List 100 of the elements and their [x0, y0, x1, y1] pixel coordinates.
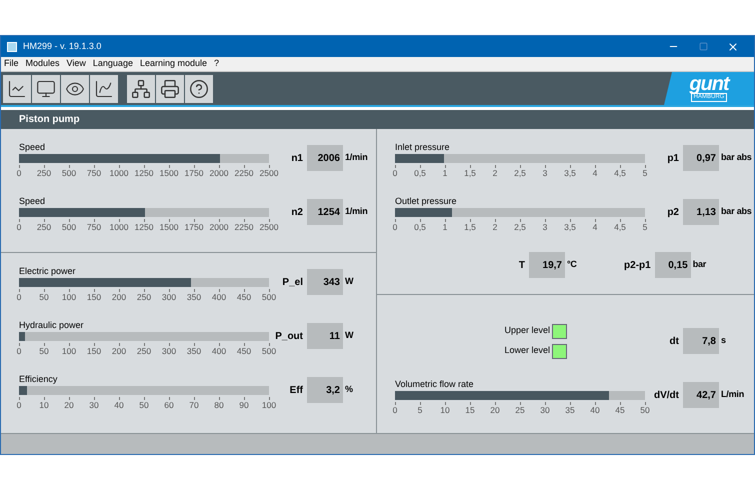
- scale-label: 40: [114, 400, 124, 411]
- scale-label: 250: [36, 222, 52, 233]
- toolbar-button[interactable]: [127, 74, 155, 102]
- scale-label: 45: [615, 405, 625, 416]
- scale-label: 4,5: [614, 222, 626, 233]
- toolbar-button[interactable]: [156, 74, 184, 102]
- unit-label: W: [344, 329, 354, 342]
- scale-label: 500: [262, 292, 276, 303]
- menu-item[interactable]: ?: [214, 57, 220, 71]
- quantity-symbol: dV/dt: [653, 388, 680, 402]
- scale-label: 2250: [234, 222, 254, 233]
- monitor-icon: [36, 78, 56, 98]
- meter-label: Speed: [19, 142, 46, 153]
- scale-label: 400: [212, 292, 226, 303]
- scale-label: 0: [16, 346, 22, 357]
- scale-label: 40: [590, 405, 600, 416]
- scale-label: 1750: [184, 168, 204, 179]
- scale-label: 50: [139, 400, 149, 411]
- scale-label: 750: [86, 222, 102, 233]
- scale-label: 1000: [110, 168, 128, 179]
- scale-label: 0,5: [414, 168, 426, 179]
- section-title: Piston pump: [19, 113, 80, 127]
- scale-label: 1500: [160, 222, 178, 233]
- scale-label: 2: [492, 168, 498, 179]
- network-icon: [131, 78, 151, 98]
- scale-label: 450: [236, 346, 252, 357]
- scale-label: 2: [492, 222, 498, 233]
- unit-label: s: [720, 334, 726, 348]
- scale-label: 70: [189, 400, 199, 411]
- toolbar-button[interactable]: [61, 74, 89, 102]
- quantity-symbol: n1: [290, 152, 304, 166]
- scale-label: 3: [542, 168, 548, 179]
- scale-label: 5: [642, 222, 648, 233]
- scale-label: 0,5: [414, 222, 426, 233]
- meter-label: Efficiency: [19, 374, 58, 385]
- toolbar-button[interactable]: [185, 74, 213, 102]
- maximize-icon: [698, 42, 708, 51]
- scale-label: 4,5: [614, 168, 626, 179]
- scale-label: 500: [62, 168, 76, 179]
- unit-label: W: [344, 275, 354, 288]
- scale-label: 15: [465, 405, 475, 416]
- value-display: 3,2: [307, 377, 343, 403]
- value-display: 343: [307, 269, 343, 295]
- unit-label: bar: [692, 258, 706, 272]
- quantity-symbol: p2: [666, 206, 680, 220]
- scale-label: 2500: [260, 222, 278, 233]
- value-display: 2006: [307, 145, 343, 171]
- scale-label: 50: [39, 346, 49, 357]
- menu-item[interactable]: View: [66, 57, 86, 71]
- scale-label: 750: [86, 168, 102, 179]
- scale-label: 30: [89, 400, 99, 411]
- quantity-symbol: p2-p1: [623, 258, 652, 272]
- value-display: 7,8: [683, 328, 719, 354]
- menu-item[interactable]: Learning module: [140, 57, 208, 71]
- unit-label: %: [344, 383, 353, 396]
- scale-label: 10: [39, 400, 49, 411]
- scale-label: 1: [442, 222, 448, 233]
- scale-label: 5: [642, 168, 648, 179]
- scale-label: 5: [418, 405, 422, 416]
- value-display: 1254: [307, 199, 343, 225]
- scale-label: 100: [262, 400, 276, 411]
- level-label: Lower level: [504, 344, 550, 358]
- meter-label: Outlet pressure: [395, 196, 458, 207]
- scale-label: 150: [86, 292, 102, 303]
- scale-label: 0: [392, 168, 398, 179]
- scale-label: 50: [39, 292, 49, 303]
- toolbar-button[interactable]: [3, 74, 31, 102]
- scale-label: 450: [236, 292, 252, 303]
- scale-label: 250: [136, 292, 152, 303]
- scale-label: 2,5: [514, 168, 526, 179]
- scale-label: 2000: [210, 168, 228, 179]
- unit-label: bar abs: [720, 205, 752, 218]
- quantity-symbol: T: [518, 258, 526, 272]
- help-icon: [189, 78, 209, 98]
- unit-label: bar abs: [720, 151, 752, 164]
- value-display: 42,7: [683, 382, 719, 408]
- scale-label: 80: [214, 400, 224, 411]
- value-display: 0,97: [683, 145, 719, 171]
- scale-label: 500: [262, 346, 276, 357]
- scale-label: 20: [64, 400, 74, 411]
- scale-label: 350: [186, 346, 202, 357]
- scale-label: 300: [162, 346, 176, 357]
- scale-label: 1: [442, 168, 448, 179]
- menu-item[interactable]: Language: [92, 57, 133, 71]
- scale-label: 1500: [160, 168, 178, 179]
- menu-item[interactable]: Modules: [26, 57, 60, 71]
- scale-label: 1,5: [464, 168, 476, 179]
- scale-label: 60: [164, 400, 174, 411]
- toolbar-button[interactable]: [32, 74, 60, 102]
- printer-icon: [160, 78, 180, 98]
- toolbar-button[interactable]: [90, 74, 118, 102]
- scale-label: 1250: [134, 222, 154, 233]
- scale-label: 1000: [110, 222, 128, 233]
- menu-item[interactable]: File: [4, 57, 19, 71]
- scale-label: 20: [490, 405, 500, 416]
- app-icon: [7, 42, 17, 52]
- scale-label: 150: [86, 346, 102, 357]
- scale-label: 100: [62, 292, 76, 303]
- value-display: 0,15: [654, 252, 691, 278]
- scale-label: 200: [112, 292, 126, 303]
